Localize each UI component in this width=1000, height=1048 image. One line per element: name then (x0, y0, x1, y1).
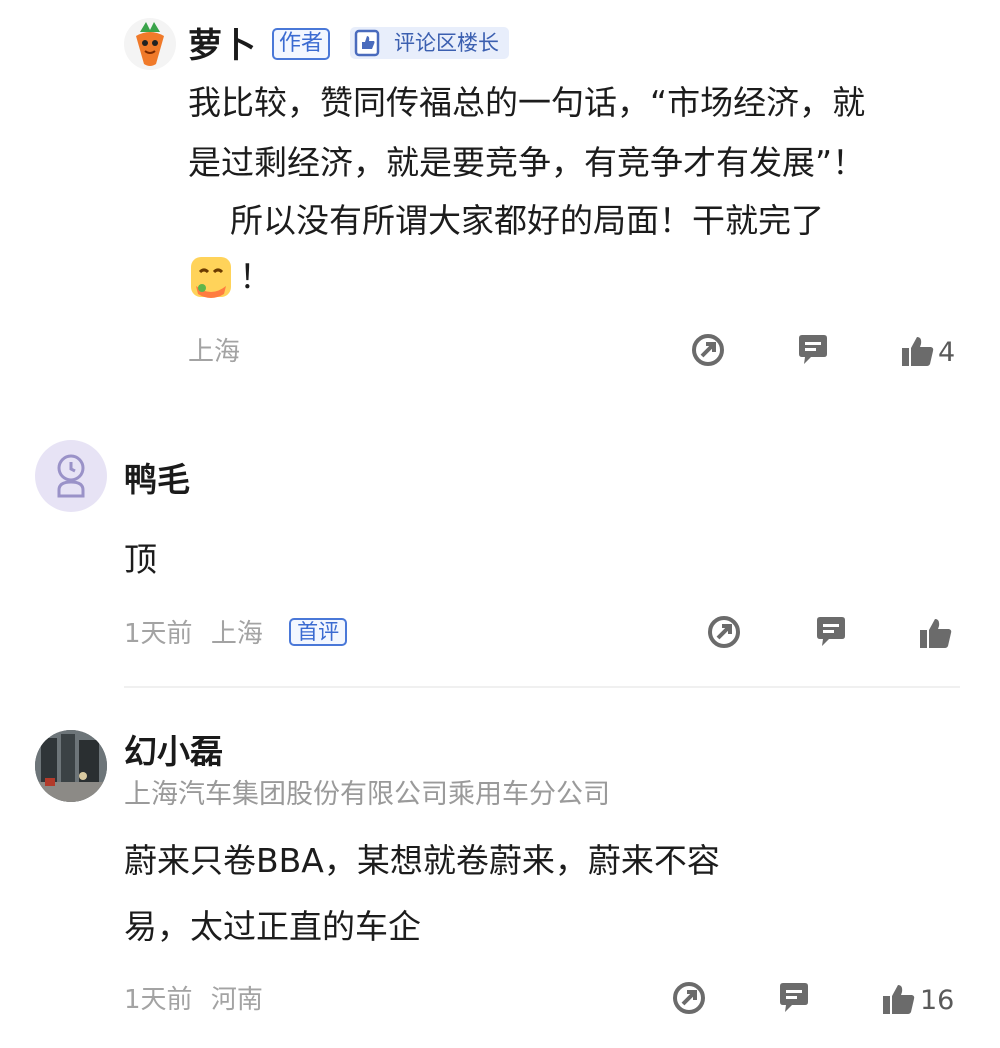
username[interactable]: 幻小磊 (124, 732, 223, 772)
user-avatar[interactable] (35, 730, 107, 802)
comment-item: 萝卜 作者 评论区楼长 我比较，赞同传福总的一句话，“市场经济，就 是过剩经济，… (0, 0, 1000, 400)
comment-text: 顶 (124, 540, 157, 579)
comment-text-line: 我比较，赞同传福总的一句话，“市场经济，就 (188, 83, 866, 122)
like-count: 4 (938, 337, 956, 368)
owner-badge: 评论区楼长 (350, 27, 509, 59)
meta-row: 1天前 河南 (124, 984, 263, 1016)
comment-text-line: 易，太过正直的车企 (124, 907, 421, 946)
username[interactable]: 鸭毛 (124, 460, 190, 500)
comment-bubble-icon[interactable] (795, 332, 831, 368)
user-affiliation: 上海汽车集团股份有限公司乘用车分公司 (124, 779, 610, 810)
username[interactable]: 萝卜 (188, 26, 256, 66)
comment-text-line: 是过剩经济，就是要竞争，有竞争才有发展”！ (188, 143, 866, 182)
comment-item: 幻小磊 上海汽车集团股份有限公司乘用车分公司 蔚来只卷BBA，某想就卷蔚来，蔚来… (0, 690, 1000, 1048)
thumbs-up-doc-icon (354, 29, 380, 57)
comment-text-line: 所以没有所谓大家都好的局面！干就完了 (188, 201, 824, 240)
thumbs-up-icon[interactable] (918, 616, 954, 652)
user-avatar[interactable] (35, 440, 107, 512)
first-comment-badge: 首评 (289, 618, 348, 646)
time: 1天前 (124, 985, 193, 1015)
share-arrow-icon[interactable] (671, 980, 707, 1016)
comment-bubble-icon[interactable] (776, 980, 812, 1016)
user-avatar[interactable] (124, 18, 176, 70)
default-user-avatar (57, 454, 85, 498)
comment-text-line: 蔚来只卷BBA，某想就卷蔚来，蔚来不容 (124, 841, 720, 880)
location: 上海 (188, 337, 241, 367)
emoji-line: ！ (188, 254, 272, 304)
owner-badge-label: 评论区楼长 (394, 31, 499, 55)
hugging-face-emoji (191, 257, 231, 298)
thumbs-up-icon[interactable] (900, 334, 936, 370)
carrot-avatar-icon (136, 22, 164, 66)
like-count: 16 (920, 985, 955, 1016)
meta-row: 1天前 上海 首评 (124, 618, 348, 650)
comment-divider (124, 686, 960, 688)
share-arrow-icon[interactable] (706, 614, 742, 650)
location: 上海 (210, 619, 263, 649)
time: 1天前 (124, 619, 193, 649)
author-badge: 作者 (272, 28, 331, 60)
location: 河南 (210, 985, 263, 1015)
comment-bubble-icon[interactable] (813, 614, 849, 650)
share-arrow-icon[interactable] (690, 332, 726, 368)
thumbs-up-icon[interactable] (881, 982, 917, 1018)
emoji-tail-text: ！ (239, 257, 273, 296)
comment-item: 鸭毛 顶 1天前 上海 首评 (0, 400, 1000, 690)
photo-avatar (35, 730, 107, 802)
